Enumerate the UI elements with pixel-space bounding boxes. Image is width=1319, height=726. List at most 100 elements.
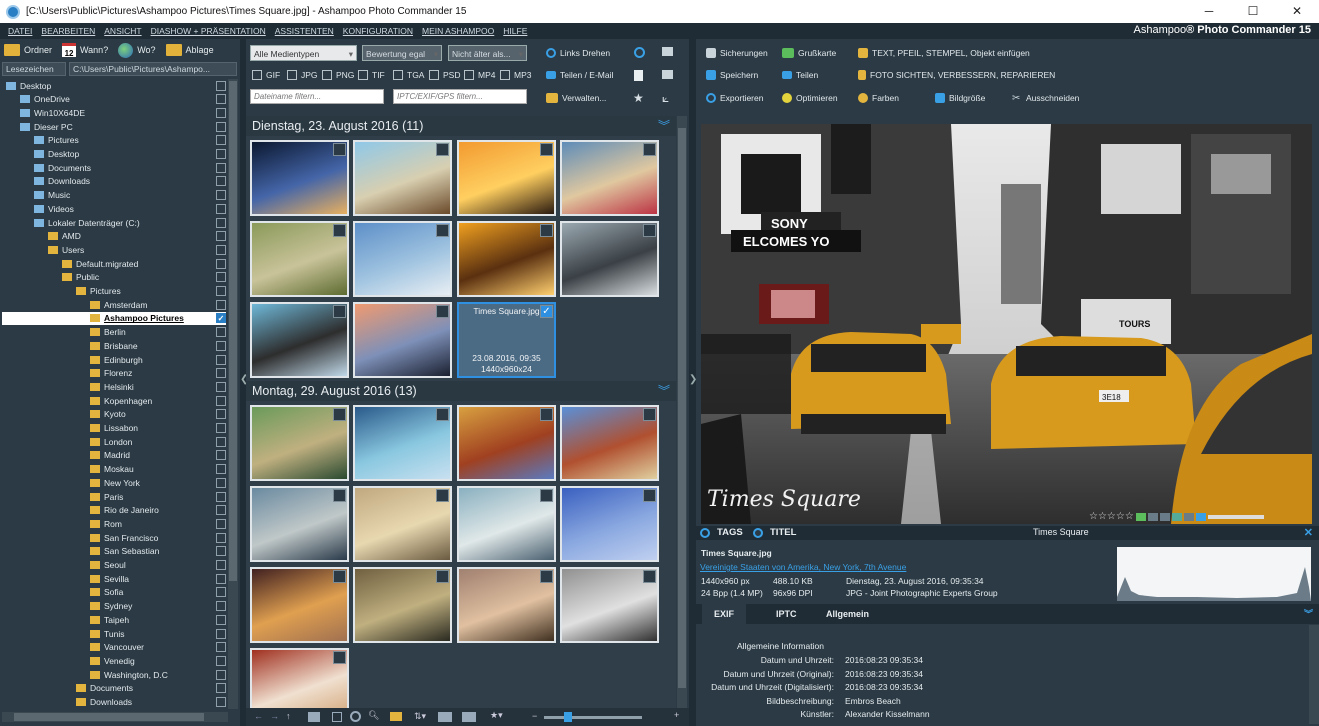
photo-thumbnail[interactable] <box>250 140 349 216</box>
tree-item[interactable]: Rom <box>2 517 226 530</box>
tree-item[interactable]: Madrid <box>2 449 226 462</box>
tree-item-checkbox[interactable] <box>216 464 226 475</box>
photo-thumbnail[interactable] <box>250 648 349 708</box>
menu-datei[interactable]: DATEI <box>8 26 32 36</box>
tree-item-checkbox[interactable] <box>216 409 226 420</box>
tree-item[interactable]: Seoul <box>2 559 226 572</box>
tree-item[interactable]: Berlin <box>2 326 226 339</box>
up-arrow-icon[interactable]: ↑ <box>286 711 291 721</box>
tree-item-checkbox[interactable] <box>216 601 226 612</box>
tree-item[interactable]: Venedig <box>2 654 226 667</box>
photo-thumbnail[interactable] <box>457 221 556 297</box>
thumb-checkbox[interactable] <box>333 489 346 502</box>
chevron-down-icon[interactable]: ︾ <box>658 381 670 401</box>
tree-item-checkbox[interactable] <box>216 176 226 187</box>
thumb-checkbox[interactable] <box>540 408 553 421</box>
menu-konfiguration[interactable]: KONFIGURATION <box>343 26 413 36</box>
menu-bearbeiten[interactable]: BEARBEITEN <box>41 26 95 36</box>
photo-thumbnail[interactable] <box>250 405 349 481</box>
tree-item-checkbox[interactable] <box>216 368 226 379</box>
tree-item[interactable]: Music <box>2 189 226 202</box>
tree-item[interactable]: Users <box>2 243 226 256</box>
chevron-down-icon[interactable]: ︾ <box>1298 604 1319 624</box>
age-dropdown[interactable]: Nicht älter als... <box>448 45 527 62</box>
tree-item[interactable]: Default.migrated <box>2 257 226 270</box>
crop-icon[interactable]: ⟀ <box>662 91 669 106</box>
thumb-checkbox[interactable] <box>333 224 346 237</box>
group-header-aug29[interactable]: Montag, 29. August 2016 (13) ︾ <box>246 381 676 401</box>
media-type-dropdown[interactable]: Alle Medientypen <box>250 45 357 62</box>
bookmarks-dropdown[interactable]: Lesezeichen <box>2 62 66 76</box>
thumb-checkbox[interactable] <box>540 570 553 583</box>
tree-item[interactable]: Videos <box>2 202 226 215</box>
tree-item-checkbox[interactable] <box>216 203 226 214</box>
photo-thumbnail[interactable] <box>353 405 452 481</box>
tree-item-checkbox[interactable] <box>216 381 226 392</box>
tree-item[interactable]: Moskau <box>2 463 226 476</box>
right-splitter[interactable]: ❯ <box>689 39 697 726</box>
close-button[interactable]: ✕ <box>1275 0 1319 23</box>
tree-item[interactable]: Ashampoo Pictures ✓ <box>2 311 226 325</box>
resize-button[interactable]: Bildgröße <box>935 93 985 103</box>
cut-button[interactable]: ✂ Ausschneiden <box>1012 93 1079 104</box>
photo-thumbnail[interactable] <box>560 567 659 643</box>
tree-item-checkbox[interactable] <box>216 327 226 338</box>
meta-filter-input[interactable]: IPTC/EXIF/GPS filtern... <box>393 89 527 104</box>
tree-item-checkbox[interactable] <box>216 587 226 598</box>
tree-hscroll-thumb[interactable] <box>14 713 204 721</box>
photo-thumbnail[interactable] <box>250 486 349 562</box>
tree-item-checkbox[interactable] <box>216 244 226 255</box>
rating-stars-icon[interactable]: ☆☆☆☆☆ <box>1089 511 1134 522</box>
tree-item-checkbox[interactable] <box>216 80 226 91</box>
photo-thumbnail[interactable] <box>560 221 659 297</box>
exif-scrollbar[interactable] <box>1309 625 1319 724</box>
tree-item[interactable]: Helsinki <box>2 380 226 393</box>
tree-item[interactable]: Downloads <box>2 175 226 188</box>
tree-item[interactable]: Public <box>2 271 226 284</box>
tree-item[interactable]: Brisbane <box>2 339 226 352</box>
tree-item[interactable]: Lissabon <box>2 422 226 435</box>
overlay-icon-c[interactable] <box>1159 512 1170 521</box>
rating-dropdown[interactable]: Bewertung egal <box>362 45 442 62</box>
thumb-checkbox[interactable] <box>540 489 553 502</box>
forward-arrow-icon[interactable]: → <box>270 711 279 721</box>
thumb-checkbox[interactable] <box>436 305 449 318</box>
tree-item-checkbox[interactable] <box>216 683 226 694</box>
group-header-aug23[interactable]: Dienstag, 23. August 2016 (11) ︾ <box>246 116 676 136</box>
thumb-checkbox[interactable] <box>643 489 656 502</box>
tree-item-checkbox[interactable] <box>216 94 226 105</box>
overlay-icon-a[interactable] <box>1135 512 1146 521</box>
refresh-icon[interactable] <box>634 47 645 58</box>
tags-radio[interactable] <box>700 528 710 538</box>
tif-checkbox[interactable] <box>358 69 368 80</box>
tree-item[interactable]: San Francisco <box>2 531 226 544</box>
overlay-icon-b[interactable] <box>1147 512 1158 521</box>
photo-thumbnail[interactable] <box>353 140 452 216</box>
greeting-card-button[interactable]: Grußkarte <box>782 48 836 58</box>
tree-item[interactable]: AMD <box>2 230 226 243</box>
tree-vertical-scrollbar[interactable] <box>228 79 238 709</box>
photo-thumbnail[interactable] <box>250 567 349 643</box>
tree-item[interactable]: Kopenhagen <box>2 394 226 407</box>
title-radio[interactable] <box>753 528 763 538</box>
tree-item[interactable]: Documents <box>2 161 226 174</box>
png-checkbox[interactable] <box>322 69 332 80</box>
tree-item-checkbox[interactable] <box>216 450 226 461</box>
tree-item[interactable]: Kyoto <box>2 408 226 421</box>
thumb-checkbox[interactable] <box>333 651 346 664</box>
rotate-left-button[interactable]: Links Drehen <box>546 48 610 58</box>
thumb-checkbox[interactable] <box>333 408 346 421</box>
filter-jpg[interactable]: JPG <box>287 68 318 81</box>
filter-tif[interactable]: TIF <box>358 68 385 81</box>
rating-star-icon[interactable]: ★▾ <box>490 710 503 721</box>
colors-button[interactable]: Farben <box>858 93 899 103</box>
title-label[interactable]: TITEL <box>770 527 796 538</box>
tab-iptc[interactable]: IPTC <box>764 604 809 624</box>
tree-item-checkbox[interactable] <box>216 669 226 680</box>
thumb-checkbox[interactable] <box>333 570 346 583</box>
tab-allgemein[interactable]: Allgemein <box>814 604 881 624</box>
tree-item[interactable]: Downloads <box>2 696 226 709</box>
star-icon[interactable]: ★ <box>633 91 644 105</box>
zoom-slider[interactable] <box>544 716 642 719</box>
tree-item-checkbox[interactable] <box>216 121 226 132</box>
